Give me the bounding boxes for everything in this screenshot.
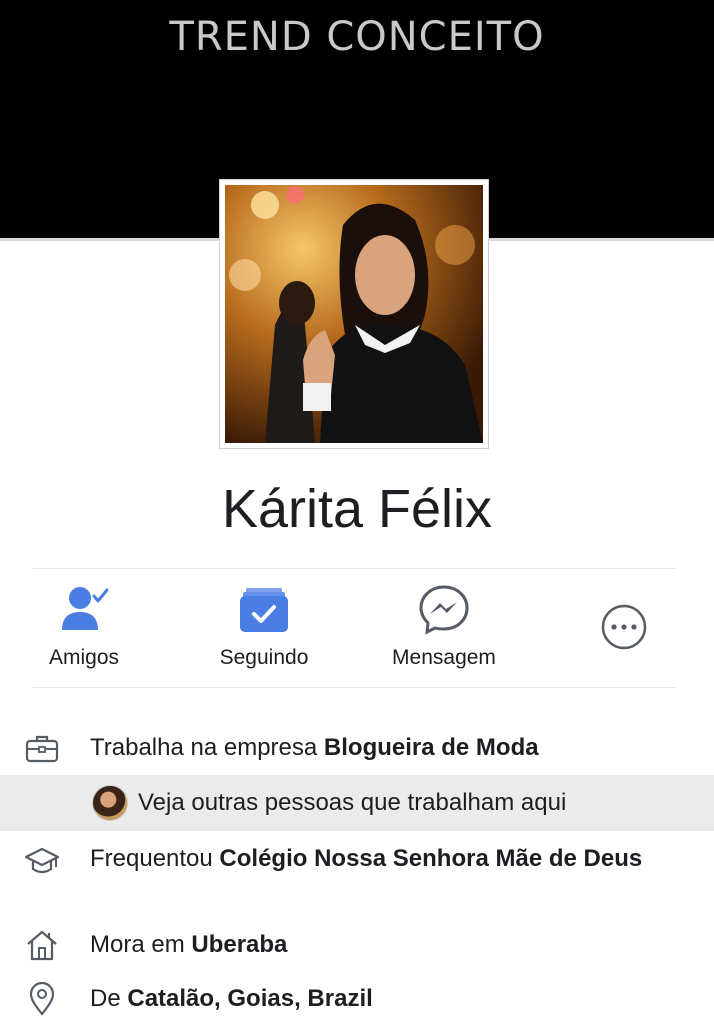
graduation-cap-icon [24, 847, 60, 874]
work-text: Trabalha na empresa Blogueira de Moda [90, 732, 684, 764]
messenger-icon [419, 585, 469, 635]
following-label: Seguindo [219, 646, 309, 669]
following-button[interactable]: Seguindo [189, 582, 339, 670]
profile-picture[interactable] [219, 179, 489, 449]
house-icon [27, 930, 57, 961]
location-pin-icon [29, 981, 55, 1016]
profile-name: Kárita Félix [221, 479, 493, 539]
actions-top-divider [33, 568, 675, 569]
origin-link[interactable]: Catalão, Goias, Brazil [127, 985, 372, 1012]
more-icon [601, 604, 647, 650]
profile-photo-image [225, 185, 483, 443]
friends-label: Amigos [48, 646, 120, 669]
profile-page: TREND CONCEITO Kárita Félix Amigos Segui… [0, 0, 714, 1032]
education-prefix: Frequentou [90, 845, 220, 872]
education-text: Frequentou Colégio Nossa Senhora Mãe de … [90, 843, 684, 875]
profile-photo [225, 185, 483, 443]
message-button[interactable]: Mensagem [369, 582, 519, 670]
home-text: Mora em Uberaba [90, 929, 684, 961]
origin-text: De Catalão, Goias, Brazil [90, 983, 684, 1015]
home-prefix: Mora em [90, 931, 192, 958]
origin-prefix: De [90, 985, 128, 1012]
message-label: Mensagem [392, 646, 496, 669]
profile-actions: Amigos Seguindo Mensagem [0, 570, 714, 687]
friends-button[interactable]: Amigos [9, 582, 159, 670]
briefcase-icon [25, 735, 59, 763]
education-link[interactable]: Colégio Nossa Senhora Mãe de Deus [219, 845, 642, 872]
more-button[interactable] [549, 600, 699, 654]
following-icon [240, 588, 288, 632]
coworkers-text: Veja outras pessoas que trabalham aqui [138, 789, 567, 816]
friends-icon [62, 587, 109, 630]
cover-title: TREND CONCEITO [169, 14, 545, 60]
coworker-avatar [92, 785, 128, 821]
work-link[interactable]: Blogueira de Moda [324, 734, 539, 761]
home-link[interactable]: Uberaba [191, 931, 287, 958]
work-prefix: Trabalha na empresa [90, 734, 324, 761]
coworkers-row[interactable]: Veja outras pessoas que trabalham aqui [0, 775, 714, 831]
actions-bottom-divider [33, 687, 675, 688]
